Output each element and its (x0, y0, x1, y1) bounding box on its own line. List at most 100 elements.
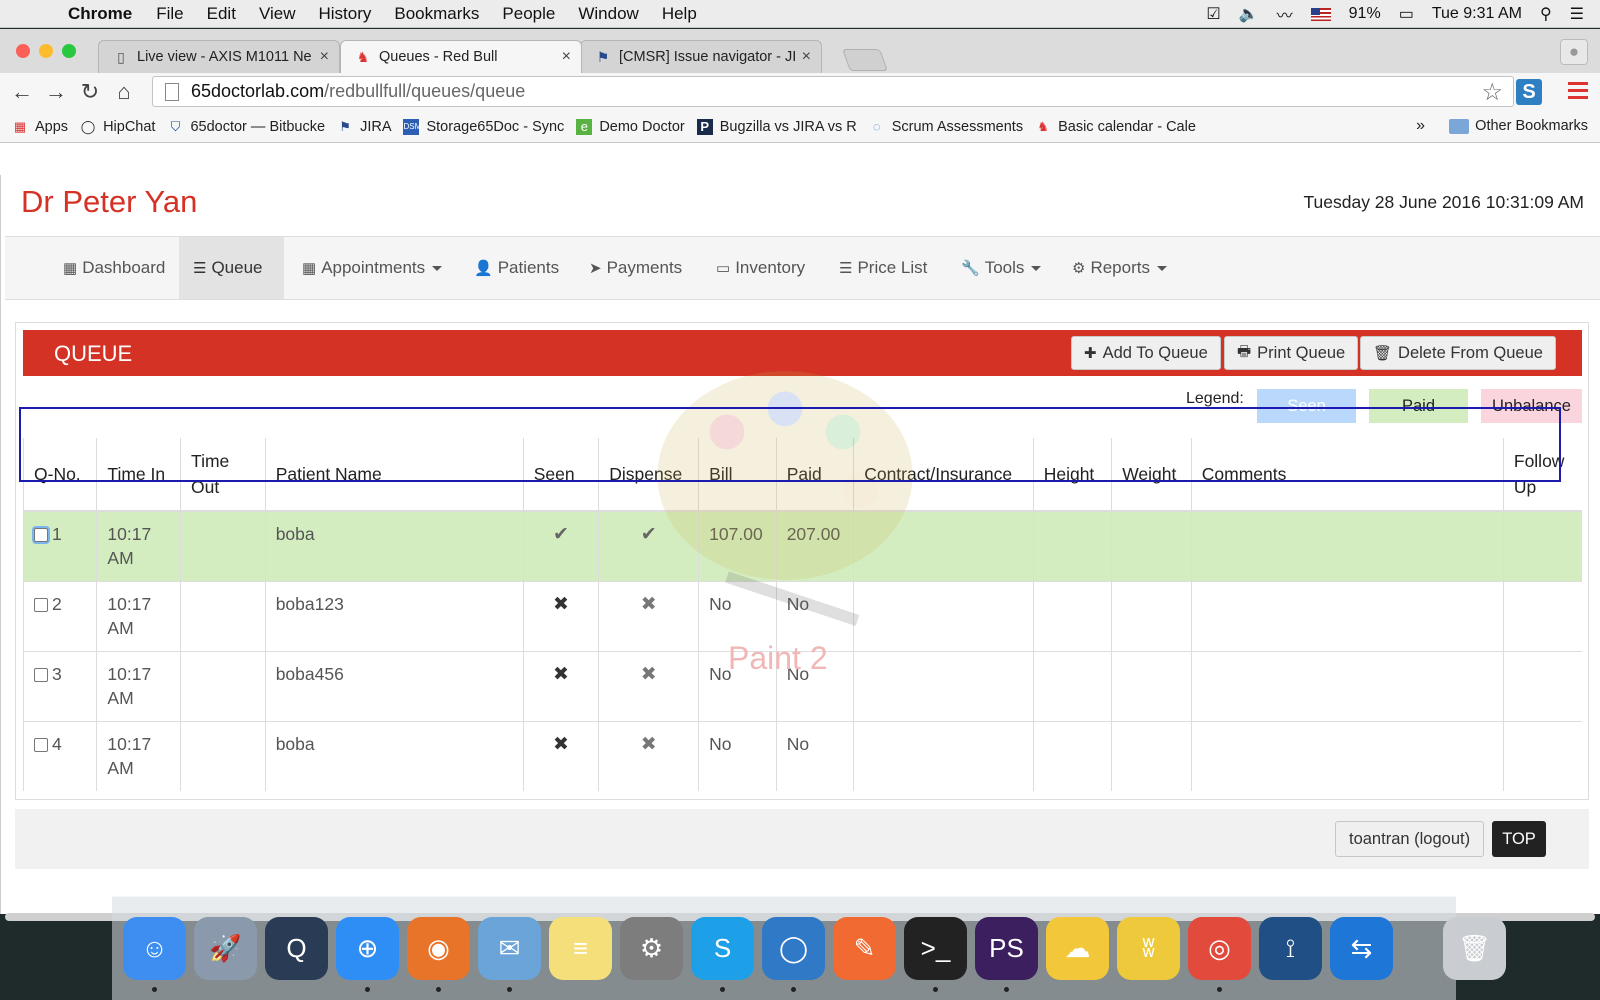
profile-icon[interactable]: ● (1560, 39, 1588, 65)
patient-name[interactable]: boba (265, 510, 524, 581)
bookmark-star-icon[interactable]: ☆ (1481, 78, 1503, 107)
dock-jaxx-icon[interactable]: ☁ (1046, 917, 1109, 980)
close-icon[interactable]: × (320, 48, 329, 66)
menu-file[interactable]: File (156, 4, 183, 24)
bookmark-demo-doctor[interactable]: e Demo Doctor (576, 118, 685, 135)
table-row[interactable]: 4 10:17 AM boba ✖ ✖ No No (22, 720, 1582, 791)
bookmark-jira[interactable]: ⚑ JIRA (337, 119, 391, 135)
dock-quicktime-icon[interactable]: Q (265, 917, 328, 980)
dock-launchpad-icon[interactable]: 🚀 (194, 917, 257, 980)
dock-notes-icon[interactable]: ≡ (549, 917, 612, 980)
bookmark-hipchat[interactable]: ◯ HipChat (80, 119, 156, 135)
bookmark-apps[interactable]: ▦ Apps (12, 119, 68, 135)
more-bookmarks-chevron[interactable]: » (1416, 117, 1425, 135)
extension-s-icon[interactable]: S (1516, 79, 1542, 105)
dock-skype-icon[interactable]: S (691, 917, 754, 992)
patient-name[interactable]: boba (265, 720, 524, 791)
time-out (180, 650, 266, 721)
page-info-icon[interactable] (165, 82, 179, 101)
chrome-menu-icon[interactable] (1568, 82, 1588, 100)
menu-people[interactable]: People (502, 4, 555, 24)
print-queue-button[interactable]: 🖶 Print Queue (1224, 336, 1359, 370)
other-bookmarks[interactable]: Other Bookmarks (1449, 118, 1588, 134)
menu-history[interactable]: History (318, 4, 371, 24)
dock-terminal-icon[interactable]: >_ (904, 917, 967, 992)
dock-paw-icon[interactable]: ✎ (833, 917, 896, 980)
patient-name[interactable]: boba123 (265, 580, 524, 651)
calendar-icon: ▦ (63, 260, 78, 277)
bookmark-bitbucket[interactable]: ⛉ 65doctor — Bitbucke (167, 119, 326, 135)
reload-icon[interactable]: ↻ (78, 79, 102, 105)
nav-payments[interactable]: ➤ Payments (575, 237, 696, 299)
bookmark-storage[interactable]: DSM Storage65Doc - Sync (403, 118, 564, 135)
menu-view[interactable]: View (259, 4, 296, 24)
bookmark-label: Demo Doctor (599, 118, 685, 135)
patient-name[interactable]: boba456 (265, 650, 524, 721)
menu-edit[interactable]: Edit (207, 4, 236, 24)
menu-app-name[interactable]: Chrome (68, 4, 132, 24)
evernote-icon: e (576, 118, 593, 135)
table-row[interactable]: 1 10:17 AM boba ✔ ✔ 107.00 207.00 (22, 510, 1582, 581)
table-row[interactable]: 3 10:17 AM boba456 ✖ ✖ No No (22, 650, 1582, 721)
close-window-button[interactable] (16, 44, 30, 58)
table-row[interactable]: 2 10:17 AM boba123 ✖ ✖ No No (22, 580, 1582, 651)
tab-issue-navigator[interactable]: ⚑ [CMSR] Issue navigator - JI × (580, 40, 822, 73)
dock-trash-icon[interactable]: 🗑 (1443, 917, 1506, 980)
forward-icon[interactable]: → (44, 79, 68, 105)
wifi-icon[interactable]: 〰 (1277, 2, 1293, 26)
spotlight-search-icon[interactable]: ⚲ (1540, 4, 1552, 24)
delete-from-queue-button[interactable]: 🗑 Delete From Queue (1360, 336, 1556, 370)
nav-queue[interactable]: ☰ Queue (179, 237, 284, 299)
menu-help[interactable]: Help (662, 4, 697, 24)
dock-teamviewer-icon[interactable]: ⇆ (1330, 917, 1393, 980)
notification-center-icon[interactable]: ☰ (1570, 4, 1584, 24)
nav-appointments[interactable]: ▦ Appointments (288, 237, 456, 299)
close-icon[interactable]: × (802, 48, 811, 66)
add-to-queue-button[interactable]: ✚ Add To Queue (1071, 336, 1221, 370)
menu-window[interactable]: Window (578, 4, 638, 24)
dock-firefox-icon[interactable]: ◉ (407, 917, 470, 992)
tab-queues-red-bull[interactable]: ♞ Queues - Red Bull × (340, 40, 582, 73)
caret-down-icon (1031, 265, 1042, 271)
nav-dashboard[interactable]: ▦ Dashboard (49, 237, 179, 299)
address-bar[interactable]: 65doctorlab.com /redbullfull/queues/queu… (152, 76, 1514, 107)
us-flag-icon[interactable] (1310, 7, 1331, 21)
dock-hipchat-icon[interactable]: ◯ (762, 917, 825, 992)
bookmark-calendar[interactable]: ♞ Basic calendar - Cale (1035, 119, 1196, 135)
dock-mail-icon[interactable]: ✉ (478, 917, 541, 992)
menu-bookmarks[interactable]: Bookmarks (394, 4, 479, 24)
dock-phpstorm-icon[interactable]: PS (975, 917, 1038, 992)
new-tab-button[interactable] (841, 49, 889, 71)
nav-tools[interactable]: 🔧 Tools (947, 237, 1055, 299)
close-icon[interactable]: × (562, 48, 571, 66)
nav-price-list[interactable]: ☰ Price List (825, 237, 941, 299)
bookmark-bugzilla[interactable]: P Bugzilla vs JIRA vs R (696, 118, 857, 135)
dock-safari-icon[interactable]: ⊕ (336, 917, 399, 992)
dock-sourcetree-icon[interactable]: ⟟ (1259, 917, 1322, 980)
logout-button[interactable]: toantran (logout) (1335, 821, 1485, 857)
minimize-window-button[interactable] (39, 44, 53, 58)
dock-warp-icon[interactable]: ʬ (1117, 917, 1180, 980)
clock[interactable]: Tue 9:31 AM (1432, 5, 1522, 23)
bookmark-scrum[interactable]: ◌ Scrum Assessments (869, 119, 1023, 135)
nav-reports[interactable]: ⚙ Reports (1058, 237, 1181, 299)
column-header: Bill (698, 438, 777, 512)
volume-icon[interactable]: 🔈 (1239, 4, 1259, 24)
dock-finder-icon[interactable]: ☺ (123, 917, 186, 992)
row-checkbox[interactable] (34, 528, 48, 542)
row-checkbox[interactable] (34, 737, 48, 752)
row-checkbox[interactable] (34, 597, 48, 612)
dock-system-preferences-icon[interactable]: ⚙ (620, 917, 683, 980)
battery-icon[interactable]: ▭ (1399, 4, 1414, 24)
battery-percent[interactable]: 91% (1349, 5, 1381, 23)
home-icon[interactable]: ⌂ (112, 79, 136, 105)
tab-live-view[interactable]: ▯ Live view - AXIS M1011 Ne × (98, 40, 340, 73)
zoom-window-button[interactable] (62, 44, 76, 58)
nav-patients[interactable]: 👤 Patients (460, 237, 573, 299)
top-button[interactable]: TOP (1492, 821, 1546, 857)
row-checkbox[interactable] (34, 667, 48, 682)
nav-inventory[interactable]: ▭ Inventory (702, 237, 819, 299)
back-icon[interactable]: ← (10, 79, 34, 105)
checkmark-status-icon[interactable]: ☑ (1206, 4, 1220, 24)
dock-chrome-icon[interactable]: ◎ (1188, 917, 1251, 992)
